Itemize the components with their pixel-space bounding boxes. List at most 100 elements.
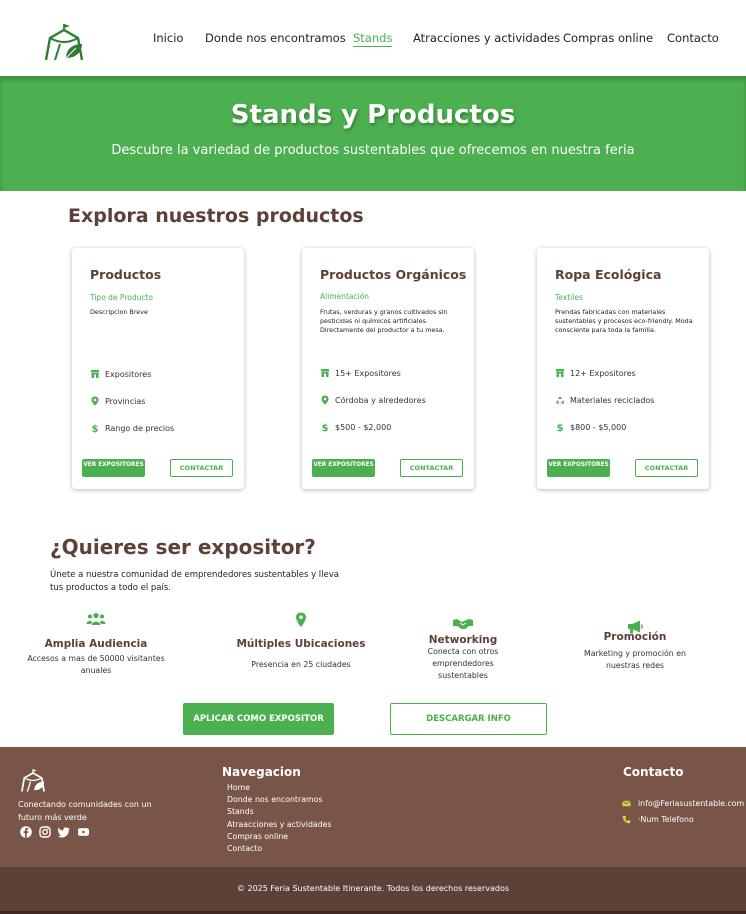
product-card: Productos Tipo de Producto Descripcion B… xyxy=(72,248,244,489)
feature-networking: Networking Conecta con otros emprendedor… xyxy=(388,612,538,682)
card-row-exhibitors: Expositores xyxy=(90,368,151,380)
footer-link-stands[interactable]: Stands xyxy=(227,806,332,818)
footer-link-atracciones[interactable]: Atraacciones y actividades xyxy=(227,819,332,831)
nav-atracciones[interactable]: Atracciones y actividades xyxy=(413,31,560,45)
svg-text:$: $ xyxy=(92,424,99,433)
card-category: Textiles xyxy=(555,293,583,302)
card-row-text: Córdoba y alrededores xyxy=(335,395,426,405)
footer-link-home[interactable]: Home xyxy=(227,782,332,794)
nav-donde-nos-encontramos[interactable]: Donde nos encontramos xyxy=(205,31,346,45)
download-info-button[interactable]: DESCARGAR INFO xyxy=(390,703,547,735)
card-title: Productos Orgánicos xyxy=(320,267,467,282)
store-icon xyxy=(91,370,99,378)
exhibitor-text: Únete a nuestra comunidad de emprendedor… xyxy=(50,570,339,593)
card-title: Ropa Ecológica xyxy=(555,267,662,282)
phone-icon xyxy=(622,815,631,824)
card-row-price: $ $800 - $5,000 xyxy=(555,421,627,433)
products-section-title: Explora nuestros productos xyxy=(68,205,364,227)
footer-email[interactable]: info@Feriasustentable.com xyxy=(622,799,744,808)
envelope-icon xyxy=(622,800,631,807)
product-card: Productos Orgánicos Alimentación Frutas,… xyxy=(302,248,474,489)
copyright-bar: © 2025 Feria Sustentable Itinerante. Tod… xyxy=(0,867,746,911)
store-icon xyxy=(321,369,329,377)
contact-button[interactable]: CONTACTAR xyxy=(170,459,233,477)
feature-text: Accesos a mas de 50000 visitantes anuale… xyxy=(27,654,165,675)
card-title: Productos xyxy=(90,267,162,282)
footer-email-text: info@Feriasustentable.com xyxy=(638,799,745,808)
card-row-exhibitors: 12+ Expositores xyxy=(555,367,636,379)
location-pin-icon xyxy=(91,396,99,406)
card-category: Alimentación xyxy=(320,292,370,301)
svg-text:$: $ xyxy=(557,423,564,432)
footer-link-compras[interactable]: Compras online xyxy=(227,831,332,843)
view-exhibitors-button[interactable]: VER EXPOSITORES xyxy=(547,459,610,477)
hero-subtitle: Descubre la variedad de productos susten… xyxy=(111,143,635,158)
feature-title: Múltiples Ubicaciones xyxy=(236,638,366,650)
feature-title: Promoción xyxy=(603,631,667,643)
dollar-icon: $ xyxy=(557,423,564,432)
card-row-text: $500 - $2,000 xyxy=(335,422,392,432)
card-description: Descripcion Breve xyxy=(90,308,148,316)
card-row-text: Provincias xyxy=(105,396,146,406)
page-title: Stands y Productos xyxy=(230,100,516,130)
card-row-location: Córdoba y alrededores xyxy=(320,394,426,406)
card-category: Tipo de Producto xyxy=(90,293,153,302)
card-row-location: Provincias xyxy=(90,395,145,407)
nav-inicio[interactable]: Inicio xyxy=(153,31,183,45)
feature-title: Networking xyxy=(428,634,498,646)
twitter-icon[interactable] xyxy=(58,826,71,839)
site-header: Inicio Donde nos encontramos Stands Atra… xyxy=(0,0,746,76)
users-icon xyxy=(86,612,106,625)
nav-stands[interactable]: Stands xyxy=(353,31,393,47)
footer-link-contacto[interactable]: Contacto xyxy=(227,843,332,855)
card-row-text: Expositores xyxy=(105,369,152,379)
location-pin-icon xyxy=(321,395,329,405)
view-exhibitors-button[interactable]: VER EXPOSITORES xyxy=(312,459,375,477)
card-row-text: 12+ Expositores xyxy=(570,368,636,378)
dollar-icon: $ xyxy=(92,424,99,433)
tent-leaf-icon[interactable] xyxy=(19,768,47,794)
contact-button[interactable]: CONTACTAR xyxy=(400,459,463,477)
card-row-price: $ $500 - $2,000 xyxy=(320,421,392,433)
card-row-text: $800 - $5,000 xyxy=(570,422,627,432)
feature-text: Presencia en 25 ciudades xyxy=(251,660,351,669)
footer-phone-text: ·Num Telefono xyxy=(638,815,694,824)
handshake-icon xyxy=(453,619,473,629)
nav-compras-online[interactable]: Compras online xyxy=(563,31,653,45)
card-row-exhibitors: 15+ Expositores xyxy=(320,367,401,379)
feature-text: Marketing y promoción en nuestras redes xyxy=(584,649,686,670)
footer-nav-title: Navegacion xyxy=(222,765,301,779)
card-description: Prendas fabricadas con materiales susten… xyxy=(555,308,693,334)
contact-button[interactable]: CONTACTAR xyxy=(635,459,698,477)
facebook-icon[interactable] xyxy=(20,826,33,839)
feature-locations: Múltiples Ubicaciones Presencia en 25 ci… xyxy=(226,612,376,671)
feature-audience: Amplia Audiencia Accesos a mas de 50000 … xyxy=(21,612,171,677)
product-card: Ropa Ecológica Textiles Prendas fabricad… xyxy=(537,248,709,489)
main-nav: Inicio Donde nos encontramos Stands Atra… xyxy=(0,31,746,47)
card-description: Frutas, verduras y granos cultivados sin… xyxy=(320,308,448,334)
feature-title: Amplia Audiencia xyxy=(44,638,148,650)
store-icon xyxy=(556,369,564,377)
footer-nav: Home Donde nos encontramos Stands Atraac… xyxy=(227,782,332,855)
card-row-text: Materiales reciclados xyxy=(570,395,655,405)
instagram-icon[interactable] xyxy=(39,826,52,839)
exhibitor-title: ¿Quieres ser expositor? xyxy=(50,535,316,559)
feature-text: Conecta con otros emprendedores sustenta… xyxy=(427,647,499,680)
card-row-price: $ Rango de precios xyxy=(90,422,175,434)
footer-tagline: Conectando comunidades con un futuro más… xyxy=(18,800,152,822)
location-pin-icon xyxy=(296,612,306,627)
footer-link-donde[interactable]: Donde nos encontramos xyxy=(227,794,332,806)
feature-promotion: Promoción Marketing y promoción en nuest… xyxy=(560,612,710,672)
nav-contacto[interactable]: Contacto xyxy=(667,31,719,45)
view-exhibitors-button[interactable]: VER EXPOSITORES xyxy=(82,459,145,477)
dollar-icon: $ xyxy=(322,423,329,432)
apply-exhibitor-button[interactable]: APLICAR COMO EXPOSITOR xyxy=(183,703,334,735)
footer-contact-title: Contacto xyxy=(623,765,684,779)
card-row-materials: Materiales reciclados xyxy=(555,394,654,406)
site-footer: Conectando comunidades con un futuro más… xyxy=(0,747,746,867)
youtube-icon[interactable] xyxy=(77,826,90,839)
social-links xyxy=(20,826,90,839)
card-row-text: Rango de precios xyxy=(105,423,175,433)
footer-phone[interactable]: ·Num Telefono xyxy=(622,815,694,824)
hero-banner: Stands y Productos Descubre la variedad … xyxy=(0,76,746,191)
